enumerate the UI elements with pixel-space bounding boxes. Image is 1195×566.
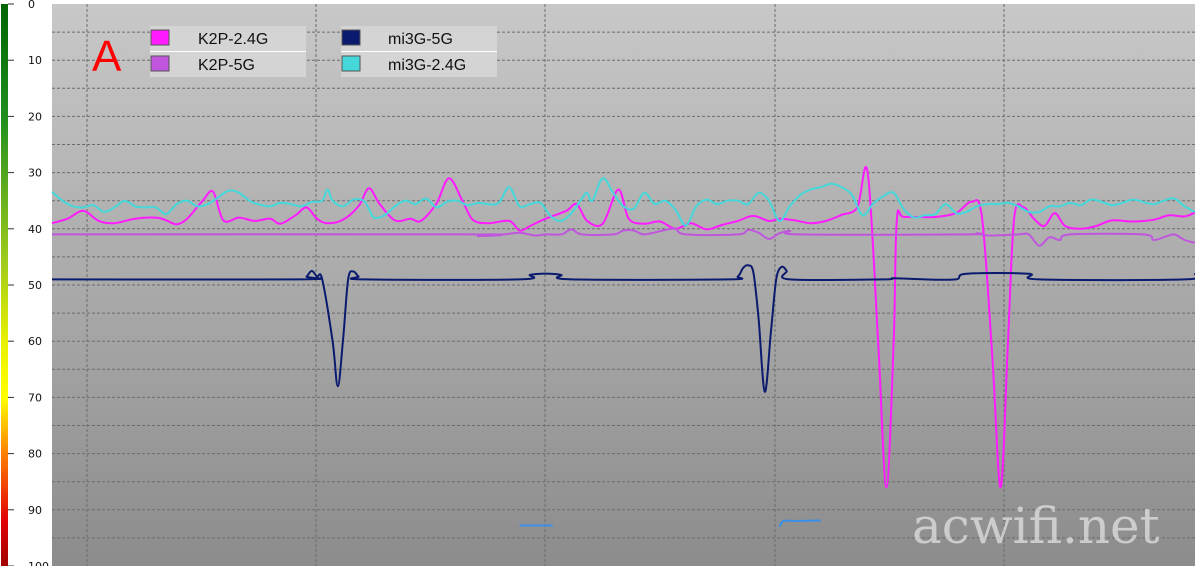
legend-swatch-k2p-5g (150, 55, 170, 72)
y-tick-label: 10 (28, 54, 42, 67)
chart-window: 0 10 20 30 40 50 60 70 80 90 100 K2P-2.4G K2P-5G m… (0, 0, 1195, 566)
y-tick-label: 30 (28, 167, 42, 180)
y-tick-label: 40 (28, 223, 42, 236)
grid-lines (52, 4, 1195, 566)
legend-swatch-mi3g-24g (341, 55, 361, 72)
y-tick-label: 0 (28, 0, 35, 11)
legend-label-mi3g-5g: mi3G-5G (388, 31, 453, 48)
legend-swatch-mi3g-5g (341, 29, 361, 46)
y-tick-label: 50 (28, 279, 42, 292)
legend-divider-2 (341, 51, 497, 52)
y-tick-label: 70 (28, 391, 42, 404)
legend-label-mi3g-24g: mi3G-2.4G (388, 57, 466, 74)
watermark: acwifi.net (912, 497, 1160, 555)
y-tick-label: 20 (28, 110, 42, 123)
y-tick-label: 90 (28, 504, 42, 517)
panel-label: A (92, 32, 122, 81)
legend-label-k2p-5g: K2P-5G (198, 57, 255, 74)
legend-divider-1 (150, 51, 306, 52)
y-tick-label: 60 (28, 335, 42, 348)
y-tick-label: 80 (28, 448, 42, 461)
legend-swatch-k2p-24g (150, 29, 170, 46)
y-tick-label: 100 (28, 560, 49, 566)
signal-scale-bar (1, 4, 8, 566)
legend-label-k2p-24g: K2P-2.4G (198, 31, 268, 48)
signal-chart: 0 10 20 30 40 50 60 70 80 90 100 K2P-2.4G K2P-5G m… (0, 0, 1195, 566)
